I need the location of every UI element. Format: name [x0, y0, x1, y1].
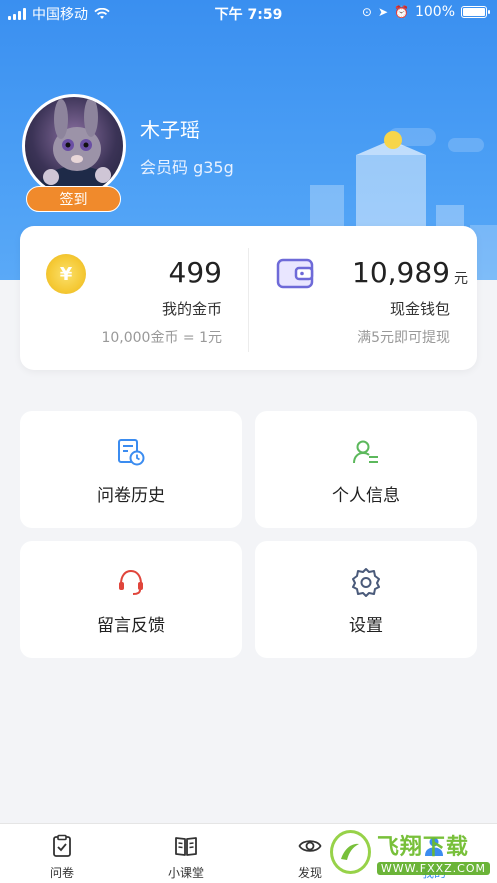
bunny-avatar-illustration [37, 97, 117, 195]
tile-survey-history[interactable]: 问卷历史 [20, 411, 242, 528]
cash-note: 满5元即可提现 [357, 330, 450, 346]
survey-history-icon [118, 439, 145, 466]
coins-value[interactable]: 499 [120, 256, 222, 289]
avatar[interactable] [22, 94, 126, 198]
wallet-card: ¥ 499 我的金币 10,000金币 = 1元 10,989 元 现金钱包 满… [20, 226, 477, 370]
headset-icon [119, 569, 143, 595]
eye-icon [298, 840, 322, 852]
cash-unit: 元 [454, 271, 468, 287]
status-bar: 中国移动 下午 7:59 ⊙ ➤ ⏰ 100% [0, 0, 497, 26]
tab-label: 小课堂 [167, 866, 204, 880]
tab-label: 问卷 [49, 866, 74, 880]
tile-label: 问卷历史 [97, 486, 165, 506]
signin-button[interactable]: 签到 [26, 186, 121, 212]
alarm-icon: ⏰ [394, 5, 409, 19]
battery-percent: 100% [414, 4, 455, 20]
tile-settings[interactable]: 设置 [255, 541, 477, 658]
book-icon [175, 837, 197, 856]
coins-label[interactable]: 我的金币 [120, 298, 222, 319]
divider [248, 248, 249, 352]
tile-label: 设置 [349, 616, 383, 636]
coins-rate: 10,000金币 = 1元 [101, 330, 222, 346]
member-code: 会员码 g35g [140, 158, 234, 177]
tile-feedback[interactable]: 留言反馈 [20, 541, 242, 658]
tile-label: 个人信息 [332, 486, 400, 506]
yuan-coin-icon: ¥ [46, 254, 86, 294]
user-info-icon [353, 440, 378, 464]
rotation-lock-icon: ⊙ [361, 5, 372, 19]
tab-survey[interactable]: 问卷 [0, 824, 124, 883]
wallet-icon [276, 258, 314, 289]
tile-label: 留言反馈 [97, 616, 165, 636]
watermark: 飞翔下载 WWW.FXXZ.COM [330, 824, 490, 880]
watermark-url: WWW.FXXZ.COM [376, 862, 490, 875]
tab-classroom[interactable]: 小课堂 [124, 824, 248, 883]
username: 木子瑶 [140, 118, 200, 142]
watermark-logo-icon [330, 830, 371, 874]
battery-icon [461, 6, 490, 18]
tile-personal-info[interactable]: 个人信息 [255, 411, 477, 528]
cash-value[interactable]: 10,989 [320, 256, 450, 289]
location-icon: ➤ [377, 5, 389, 19]
clipboard-icon [53, 834, 71, 857]
cash-label[interactable]: 现金钱包 [320, 298, 450, 319]
watermark-title: 飞翔下载 [376, 835, 469, 860]
gear-icon [352, 568, 380, 597]
